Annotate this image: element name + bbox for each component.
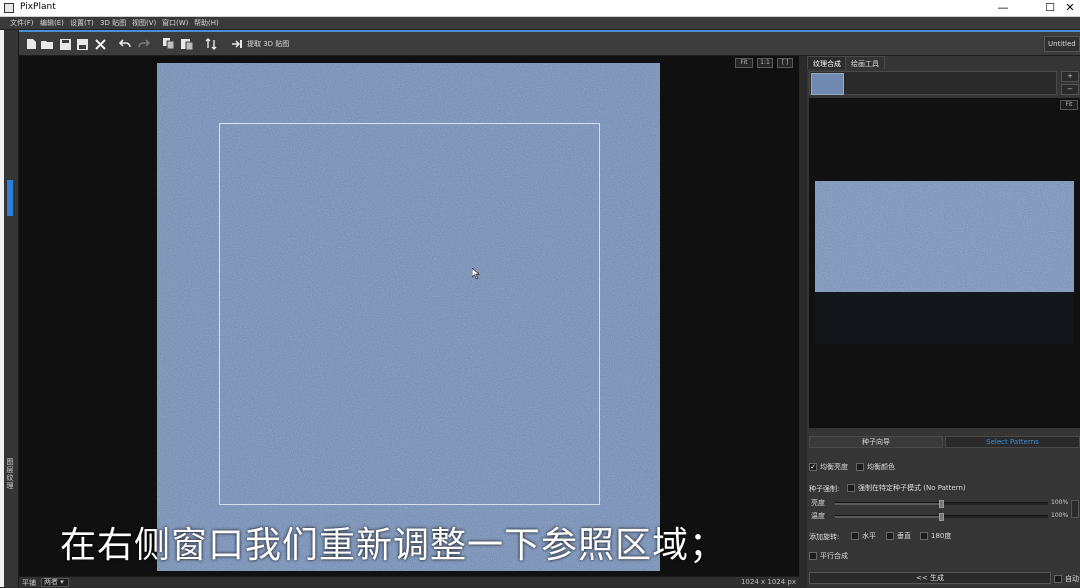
temperature-label: 温度 — [811, 512, 825, 520]
image-size-readout: 1024 x 1024 px — [740, 578, 796, 586]
actual-size-button[interactable]: 1:1 — [757, 58, 773, 68]
checkbox-icon — [1054, 575, 1062, 583]
temperature-value: 100% — [1051, 512, 1069, 519]
seed-guide-button[interactable]: 种子向导 — [809, 436, 943, 448]
left-dock-strip: 图层 纹理 — [0, 30, 19, 587]
status-bar: 平铺 两者 ▾ 1024 x 1024 px — [19, 576, 799, 587]
checkbox-icon — [847, 484, 855, 492]
tab-paint-tools[interactable]: 绘画工具 — [845, 56, 885, 69]
fullscreen-button[interactable]: [ ] — [777, 58, 793, 68]
right-panel: 纹理合成 绘画工具 + − Fit 种子向导 Select Patterns ✓ — [807, 56, 1080, 587]
dock-indicator[interactable] — [7, 180, 13, 216]
checkbox-icon — [851, 532, 859, 540]
balance-brightness-checkbox[interactable]: ✓ 均衡亮度 — [809, 462, 848, 472]
brightness-slider-fill — [835, 503, 941, 505]
temperature-slider-handle[interactable] — [939, 513, 944, 521]
checkbox-icon — [920, 532, 928, 540]
select-patterns-button[interactable]: Select Patterns — [945, 436, 1080, 448]
panel-splitter[interactable] — [799, 56, 807, 587]
temperature-slider[interactable] — [835, 513, 1048, 521]
reference-selection-box[interactable] — [219, 123, 600, 505]
balance-color-label: 均衡颜色 — [867, 463, 895, 471]
menu-file[interactable]: 文件(F) — [10, 18, 34, 28]
balance-brightness-label: 均衡亮度 — [820, 463, 848, 471]
preview-fit-button[interactable]: Fit — [1060, 100, 1078, 110]
save-icon[interactable] — [58, 37, 72, 51]
swap-icon[interactable] — [204, 37, 218, 51]
undo-icon[interactable] — [118, 37, 132, 51]
menu-settings[interactable]: 设置(T) — [70, 18, 94, 28]
remove-seed-button[interactable]: − — [1061, 84, 1079, 95]
menu-3d-map[interactable]: 3D 贴图 — [100, 18, 126, 28]
tab-texture-synthesis[interactable]: 纹理合成 — [807, 56, 847, 69]
seed-thumbnail[interactable] — [811, 73, 844, 95]
dock-vertical-label[interactable]: 图层 纹理 — [6, 458, 14, 490]
balance-color-checkbox[interactable]: 均衡颜色 — [856, 462, 895, 472]
rotate-180-label: 180度 — [931, 532, 952, 540]
seed-label: 种子强制: — [809, 485, 840, 493]
video-subtitle: 在右侧窗口我们重新调整一下参照区域； — [60, 525, 727, 566]
preview-image — [815, 181, 1074, 292]
add-rotation-label: 添加旋转: — [809, 533, 840, 541]
menu-edit[interactable]: 编辑(E) — [40, 18, 64, 28]
window-title: PixPlant — [20, 2, 56, 12]
toolbar: 提取 3D 贴图 — [19, 32, 1080, 56]
menu-bar: 文件(F) 编辑(E) 设置(T) 3D 贴图 视图(V) 窗口(W) 帮助(H… — [0, 17, 1080, 30]
redo-icon[interactable] — [137, 37, 151, 51]
close-file-icon[interactable] — [93, 37, 107, 51]
texture-viewport[interactable]: Fit 1:1 [ ] — [19, 56, 799, 576]
seed-force-label: 强制在特定种子模式 (No Pattern) — [858, 484, 966, 492]
brightness-label: 亮度 — [811, 499, 825, 507]
menu-help[interactable]: 帮助(H) — [194, 18, 219, 28]
slider-stepper-icon[interactable] — [1071, 500, 1079, 518]
synthesis-preview: Fit — [809, 98, 1080, 428]
rotate-vertical-checkbox[interactable]: 垂直 — [886, 531, 911, 541]
rotate-vertical-label: 垂直 — [897, 532, 911, 540]
extract-3d-icon[interactable] — [230, 37, 244, 51]
parallel-synthesis-checkbox[interactable]: 平行合成 — [809, 551, 848, 561]
texture-image — [157, 63, 660, 571]
left-edge — [0, 30, 4, 587]
add-seed-button[interactable]: + — [1061, 71, 1079, 82]
tile-select-value: 两者 — [44, 578, 58, 586]
seed-thumbnail-strip — [809, 71, 1057, 95]
rotate-180-checkbox[interactable]: 180度 — [920, 531, 951, 541]
tile-select[interactable]: 两者 ▾ — [41, 578, 69, 587]
rotate-horizontal-checkbox[interactable]: 水平 — [851, 531, 876, 541]
new-file-icon[interactable] — [24, 37, 38, 51]
seed-force-checkbox[interactable]: 强制在特定种子模式 (No Pattern) — [847, 483, 966, 493]
fit-button[interactable]: Fit — [735, 58, 753, 68]
extract-3d-button[interactable]: 提取 3D 贴图 — [247, 39, 289, 49]
menu-view[interactable]: 视图(V) — [132, 18, 156, 28]
brightness-slider[interactable] — [835, 500, 1048, 508]
mouse-cursor-icon — [471, 264, 480, 283]
checkbox-icon — [809, 552, 817, 560]
minimize-button[interactable]: — — [986, 0, 1020, 17]
brightness-value: 100% — [1051, 499, 1069, 506]
brightness-slider-handle[interactable] — [939, 500, 944, 508]
auto-generate-checkbox[interactable]: 自动 — [1054, 574, 1079, 584]
checkbox-icon — [856, 463, 864, 471]
parallel-synthesis-label: 平行合成 — [820, 552, 848, 560]
save-as-icon[interactable] — [75, 37, 89, 51]
checkbox-checked-icon: ✓ — [809, 463, 817, 471]
rotate-horizontal-label: 水平 — [862, 532, 876, 540]
close-button[interactable]: ✕ — [1060, 0, 1080, 17]
preview-empty-area — [815, 292, 1074, 344]
auto-generate-label: 自动 — [1065, 575, 1079, 583]
document-tab-untitled[interactable]: Untitled — [1044, 36, 1080, 52]
title-bar: PixPlant — ☐ ✕ — [0, 0, 1080, 17]
temperature-slider-fill — [835, 516, 941, 518]
checkbox-icon — [886, 532, 894, 540]
paste-icon[interactable] — [180, 37, 194, 51]
open-folder-icon[interactable] — [40, 37, 54, 51]
menu-window[interactable]: 窗口(W) — [162, 18, 188, 28]
app-icon — [4, 3, 14, 13]
copy-icon[interactable] — [162, 37, 176, 51]
generate-button[interactable]: << 生成 — [809, 572, 1051, 584]
